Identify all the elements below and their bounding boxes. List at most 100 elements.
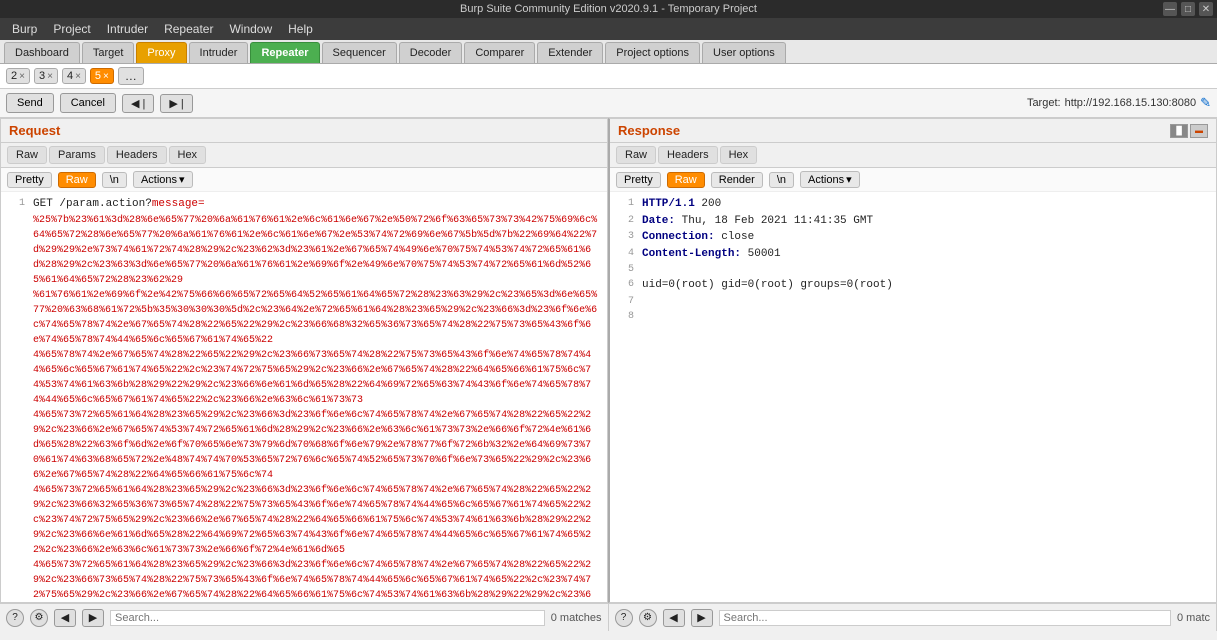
target-info: Target: http://192.168.15.130:8080 ✎ [1027, 95, 1211, 111]
search-prev-button[interactable]: ◀ [54, 609, 76, 627]
tab-comparer[interactable]: Comparer [464, 42, 535, 63]
split-vertical-icon[interactable]: ▬ [1190, 124, 1208, 138]
request-ln-btn[interactable]: \n [102, 172, 127, 188]
request-tab-params[interactable]: Params [49, 146, 105, 164]
req-tab-4[interactable]: 4 × [62, 68, 86, 84]
request-pane-header: Request [1, 119, 607, 143]
split-horizontal-icon[interactable]: ▐▌ [1170, 124, 1188, 138]
close-tab-5[interactable]: × [103, 71, 109, 82]
response-sub-tabs: Raw Headers Hex [610, 143, 1216, 168]
menu-burp[interactable]: Burp [4, 20, 45, 38]
minimize-button[interactable]: — [1163, 2, 1177, 16]
maximize-button[interactable]: □ [1181, 2, 1195, 16]
tab-project-options[interactable]: Project options [605, 42, 700, 63]
response-match-count: 0 matc [1177, 612, 1210, 624]
request-raw-btn[interactable]: Raw [58, 172, 96, 188]
next-button[interactable]: ▶ | [160, 94, 192, 113]
response-search-input[interactable] [719, 610, 1171, 626]
response-tab-raw[interactable]: Raw [616, 146, 656, 164]
help-icon-right[interactable]: ? [615, 609, 633, 627]
view-mode-buttons: ▐▌ ▬ [1170, 124, 1208, 138]
code-line: %61%76%61%2e%69%6f%2e%42%75%66%66%65%72%… [1, 288, 607, 348]
search-next-button[interactable]: ▶ [82, 609, 104, 627]
request-actions-btn[interactable]: Actions ▾ [133, 171, 193, 188]
code-line: 7 [610, 294, 1216, 309]
title-bar: Burp Suite Community Edition v2020.9.1 -… [0, 0, 1217, 18]
search-prev-button-right[interactable]: ◀ [663, 609, 685, 627]
tab-dashboard[interactable]: Dashboard [4, 42, 80, 63]
request-sub-tabs: Raw Params Headers Hex [1, 143, 607, 168]
response-pane-header: Response ▐▌ ▬ [610, 119, 1216, 143]
request-editor-toolbar: Pretty Raw \n Actions ▾ [1, 168, 607, 192]
code-line: 3 Connection: close [610, 229, 1216, 246]
menu-intruder[interactable]: Intruder [99, 20, 156, 38]
response-tab-hex[interactable]: Hex [720, 146, 758, 164]
request-tab-hex[interactable]: Hex [169, 146, 207, 164]
tab-decoder[interactable]: Decoder [399, 42, 463, 63]
code-line: 5 [610, 262, 1216, 277]
tab-sequencer[interactable]: Sequencer [322, 42, 397, 63]
toolbar: Send Cancel ◀ | ▶ | Target: http://192.1… [0, 89, 1217, 118]
req-tab-5[interactable]: 5 × [90, 68, 114, 84]
menu-window[interactable]: Window [221, 20, 280, 38]
response-title: Response [618, 123, 680, 138]
menu-help[interactable]: Help [280, 20, 321, 38]
code-line: 4%65%78%74%2e%67%65%74%28%22%65%22%29%2c… [1, 348, 607, 408]
code-line: 8 [610, 309, 1216, 324]
menu-repeater[interactable]: Repeater [156, 20, 221, 38]
close-tab-3[interactable]: × [47, 71, 53, 82]
response-actions-btn[interactable]: Actions ▾ [800, 171, 860, 188]
code-line: 4%65%73%72%65%61%64%28%23%65%29%2c%23%66… [1, 558, 607, 603]
close-tab-2[interactable]: × [19, 71, 25, 82]
request-pretty-btn[interactable]: Pretty [7, 172, 52, 188]
search-next-button-right[interactable]: ▶ [691, 609, 713, 627]
help-icon[interactable]: ? [6, 609, 24, 627]
response-status-pane: ? ⚙ ◀ ▶ 0 matc [609, 604, 1217, 631]
cancel-button[interactable]: Cancel [60, 93, 116, 113]
request-tab-headers[interactable]: Headers [107, 146, 167, 164]
response-ln-btn[interactable]: \n [769, 172, 794, 188]
response-actions-chevron-icon: ▾ [846, 173, 852, 186]
response-pretty-btn[interactable]: Pretty [616, 172, 661, 188]
req-tab-2[interactable]: 2 × [6, 68, 30, 84]
code-line: 4 Content-Length: 50001 [610, 246, 1216, 263]
request-match-count: 0 matches [551, 612, 602, 624]
send-button[interactable]: Send [6, 93, 54, 113]
settings-icon[interactable]: ⚙ [30, 609, 48, 627]
target-value: http://192.168.15.130:8080 [1065, 97, 1197, 109]
tab-proxy[interactable]: Proxy [136, 42, 186, 63]
request-tab-raw[interactable]: Raw [7, 146, 47, 164]
response-tab-headers[interactable]: Headers [658, 146, 718, 164]
request-code-area[interactable]: 1 GET /param.action?message= %25%7b%23%6… [1, 192, 607, 602]
request-search-input[interactable] [110, 610, 545, 626]
code-line: 6 uid=0(root) gid=0(root) groups=0(root) [610, 277, 1216, 294]
tab-target[interactable]: Target [82, 42, 135, 63]
request-status-pane: ? ⚙ ◀ ▶ 0 matches [0, 604, 609, 631]
code-line: 1 HTTP/1.1 200 [610, 196, 1216, 213]
settings-icon-right[interactable]: ⚙ [639, 609, 657, 627]
tab-intruder[interactable]: Intruder [189, 42, 249, 63]
close-tab-4[interactable]: × [75, 71, 81, 82]
tab-repeater[interactable]: Repeater [250, 42, 319, 63]
response-raw-btn[interactable]: Raw [667, 172, 705, 188]
response-editor-toolbar: Pretty Raw Render \n Actions ▾ [610, 168, 1216, 192]
request-pane: Request Raw Params Headers Hex Pretty Ra… [0, 118, 608, 603]
status-bar: ? ⚙ ◀ ▶ 0 matches ? ⚙ ◀ ▶ 0 matc [0, 603, 1217, 631]
menu-bar: Burp Project Intruder Repeater Window He… [0, 18, 1217, 40]
response-render-btn[interactable]: Render [711, 172, 763, 188]
app-title: Burp Suite Community Edition v2020.9.1 -… [460, 3, 757, 15]
menu-project[interactable]: Project [45, 20, 98, 38]
close-button[interactable]: ✕ [1199, 2, 1213, 16]
response-pane: Response ▐▌ ▬ Raw Headers Hex Pretty Raw… [608, 118, 1217, 603]
prev-button[interactable]: ◀ | [122, 94, 154, 113]
tab-extender[interactable]: Extender [537, 42, 603, 63]
main-content: Request Raw Params Headers Hex Pretty Ra… [0, 118, 1217, 603]
tab-user-options[interactable]: User options [702, 42, 786, 63]
code-line: 4%65%73%72%65%61%64%28%23%65%29%2c%23%66… [1, 483, 607, 558]
code-line: %25%7b%23%61%3d%28%6e%65%77%20%6a%61%76%… [1, 213, 607, 288]
more-tabs-button[interactable]: … [118, 67, 144, 85]
response-code-area[interactable]: 1 HTTP/1.1 200 2 Date: Thu, 18 Feb 2021 … [610, 192, 1216, 602]
window-controls[interactable]: — □ ✕ [1163, 2, 1213, 16]
edit-target-icon[interactable]: ✎ [1200, 95, 1211, 111]
req-tab-3[interactable]: 3 × [34, 68, 58, 84]
